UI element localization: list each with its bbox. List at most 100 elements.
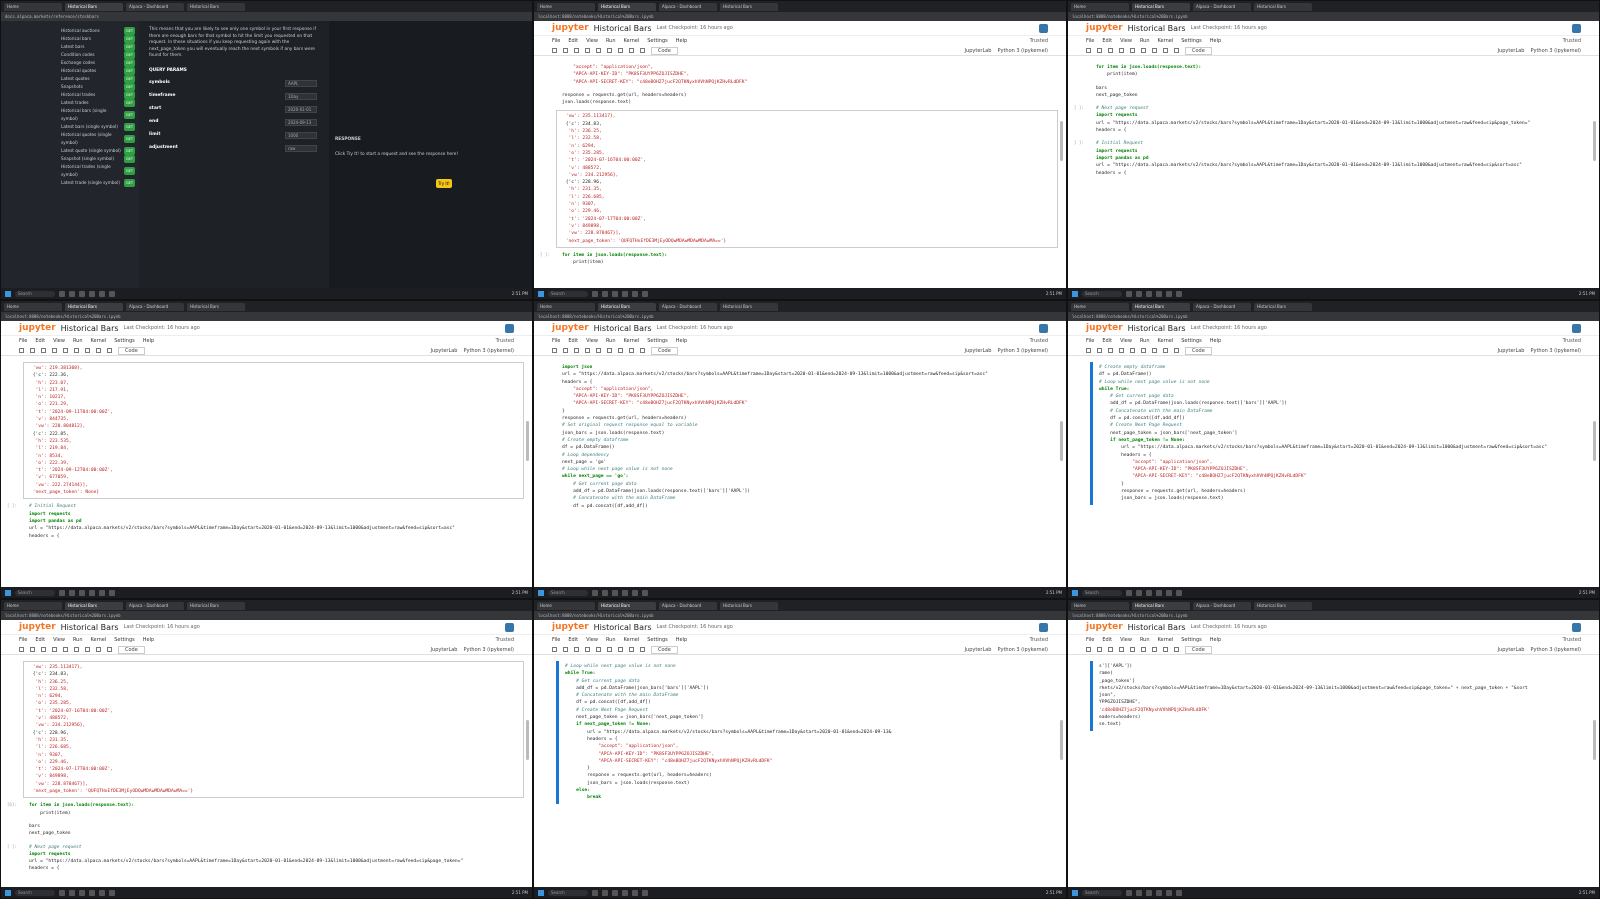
notebook-body[interactable]: import json url = "https://data.alpaca.ma…	[534, 358, 1066, 587]
cut-icon[interactable]	[574, 48, 579, 53]
notebook-body[interactable]: "accept": "application/json", "APCA-API-…	[534, 58, 1066, 288]
browser-tab[interactable]: Alpaca - Dashboard	[1193, 2, 1251, 11]
taskbar-app-icon[interactable]	[69, 589, 75, 596]
menu-item[interactable]: Settings	[647, 338, 668, 344]
sidebar-endpoint[interactable]: Condition codes GET	[61, 51, 135, 59]
cut-icon[interactable]	[41, 647, 46, 652]
kernel-status[interactable]: Python 3 (ipykernel)	[1530, 647, 1581, 653]
vertical-scrollbar[interactable]	[1593, 720, 1596, 760]
restart-icon[interactable]	[1163, 48, 1168, 53]
browser-tab[interactable]: Home	[1071, 2, 1129, 11]
save-icon[interactable]	[552, 348, 557, 353]
code-cell[interactable]: # Create empty dataframe df = pd.DataFram…	[1090, 362, 1591, 505]
code-cell[interactable]: [6]: for item in json.loads(response.text…	[7, 800, 524, 819]
menu-item[interactable]: Kernel	[1158, 38, 1174, 44]
address-bar[interactable]: localhost:8888/notebooks/Historical%20Ba…	[1068, 611, 1599, 620]
sidebar-endpoint[interactable]: Historical quotes GET	[61, 67, 135, 75]
copy-icon[interactable]	[1119, 48, 1124, 53]
browser-tab[interactable]: Home	[4, 2, 62, 11]
sidebar-endpoint[interactable]: Latest trades GET	[61, 99, 135, 107]
taskbar-app-icon[interactable]	[1156, 589, 1162, 596]
taskbar-app-icon[interactable]	[1166, 889, 1172, 896]
notebook-title[interactable]: Historical Bars	[61, 324, 119, 333]
sidebar-endpoint[interactable]: Historical trades GET	[61, 91, 135, 99]
taskbar-app-icon[interactable]	[1146, 290, 1152, 297]
browser-tab[interactable]: Historical Bars	[65, 2, 123, 11]
notebook-body[interactable]: # Create empty dataframe df = pd.DataFram…	[1068, 358, 1599, 587]
save-icon[interactable]	[1086, 647, 1091, 652]
taskbar-app-icon[interactable]	[59, 589, 65, 596]
add-cell-icon[interactable]	[1097, 647, 1102, 652]
add-cell-icon[interactable]	[563, 48, 568, 53]
vertical-scrollbar[interactable]	[1060, 121, 1063, 161]
address-bar[interactable]: localhost:8888/notebooks/Historical%20Ba…	[534, 312, 1066, 321]
taskbar-app-icon[interactable]	[642, 290, 648, 297]
sidebar-endpoint[interactable]: Snapshots GET	[61, 83, 135, 91]
address-bar[interactable]: localhost:8888/notebooks/Historical%20Ba…	[1, 611, 532, 620]
code-cell[interactable]: import json url = "https://data.alpaca.ma…	[556, 362, 1058, 512]
taskbar-app-icon[interactable]	[602, 290, 608, 297]
jupyter-logo[interactable]: jupyter	[1086, 23, 1123, 33]
menu-item[interactable]: Run	[1140, 637, 1150, 643]
browser-tab[interactable]: Historical Bars	[1254, 302, 1312, 311]
taskbar-app-icon[interactable]	[622, 290, 628, 297]
browser-tab[interactable]: Historical Bars	[598, 601, 656, 610]
browser-tab[interactable]: Alpaca - Dashboard	[659, 2, 717, 11]
cut-icon[interactable]	[41, 348, 46, 353]
sidebar-endpoint[interactable]: Historical quotes (single symbol) GET	[61, 131, 135, 147]
windows-start-icon[interactable]	[538, 589, 544, 596]
menu-item[interactable]: Settings	[114, 637, 135, 643]
menu-item[interactable]: Settings	[1181, 637, 1202, 643]
run-icon[interactable]	[607, 647, 612, 652]
taskbar-app-icon[interactable]	[99, 290, 105, 297]
cut-icon[interactable]	[1108, 647, 1113, 652]
jupyterlab-link[interactable]: JupyterLab	[1498, 348, 1525, 354]
cut-icon[interactable]	[574, 348, 579, 353]
menu-item[interactable]: View	[53, 338, 65, 344]
vertical-scrollbar[interactable]	[1060, 720, 1063, 760]
paste-icon[interactable]	[63, 348, 68, 353]
menu-item[interactable]: View	[586, 38, 598, 44]
fast-forward-icon[interactable]	[1174, 647, 1179, 652]
run-icon[interactable]	[1141, 48, 1146, 53]
menu-item[interactable]: View	[53, 637, 65, 643]
browser-tab[interactable]: Home	[1071, 302, 1129, 311]
menu-item[interactable]: File	[1086, 338, 1094, 344]
taskbar-app-icon[interactable]	[612, 290, 618, 297]
jupyterlab-link[interactable]: JupyterLab	[431, 647, 458, 653]
menu-item[interactable]: Kernel	[91, 338, 107, 344]
menu-item[interactable]: Kernel	[624, 338, 640, 344]
sidebar-endpoint[interactable]: Latest quotes GET	[61, 75, 135, 83]
code-cell[interactable]: bars next_page_token	[23, 821, 524, 840]
stop-icon[interactable]	[618, 348, 623, 353]
param-input[interactable]: 1Day	[285, 93, 317, 100]
menu-item[interactable]: Help	[1210, 338, 1221, 344]
sidebar-endpoint[interactable]: Historical bars (single symbol) GET	[61, 107, 135, 123]
run-icon[interactable]	[74, 647, 79, 652]
param-input[interactable]: AAPL	[285, 80, 317, 87]
jupyter-logo[interactable]: jupyter	[552, 23, 589, 33]
taskbar-search[interactable]: Search	[1082, 889, 1122, 896]
menu-item[interactable]: View	[1120, 637, 1132, 643]
stop-icon[interactable]	[618, 647, 623, 652]
menu-item[interactable]: Help	[676, 637, 687, 643]
vertical-scrollbar[interactable]	[526, 720, 529, 760]
menu-item[interactable]: Help	[1210, 637, 1221, 643]
address-bar[interactable]: localhost:8888/notebooks/Historical%20Ba…	[1, 312, 532, 321]
menu-item[interactable]: Kernel	[91, 637, 107, 643]
cell-type-select[interactable]: Code	[118, 645, 145, 654]
code-cell[interactable]: [ ]: # Next page request import requests ur…	[1074, 103, 1591, 136]
param-input[interactable]: 2020-01-01	[285, 106, 317, 113]
browser-tab[interactable]: Historical Bars	[1254, 2, 1312, 11]
windows-start-icon[interactable]	[1072, 889, 1078, 896]
menu-item[interactable]: File	[1086, 38, 1094, 44]
paste-icon[interactable]	[1130, 348, 1135, 353]
taskbar-app-icon[interactable]	[642, 589, 648, 596]
jupyter-logo[interactable]: jupyter	[19, 622, 56, 632]
vertical-scrollbar[interactable]	[1060, 421, 1063, 461]
save-icon[interactable]	[19, 348, 24, 353]
copy-icon[interactable]	[585, 348, 590, 353]
menu-item[interactable]: View	[586, 338, 598, 344]
taskbar-app-icon[interactable]	[79, 889, 85, 896]
sidebar-endpoint[interactable]: Snapshot (single symbol) GET	[61, 155, 135, 163]
